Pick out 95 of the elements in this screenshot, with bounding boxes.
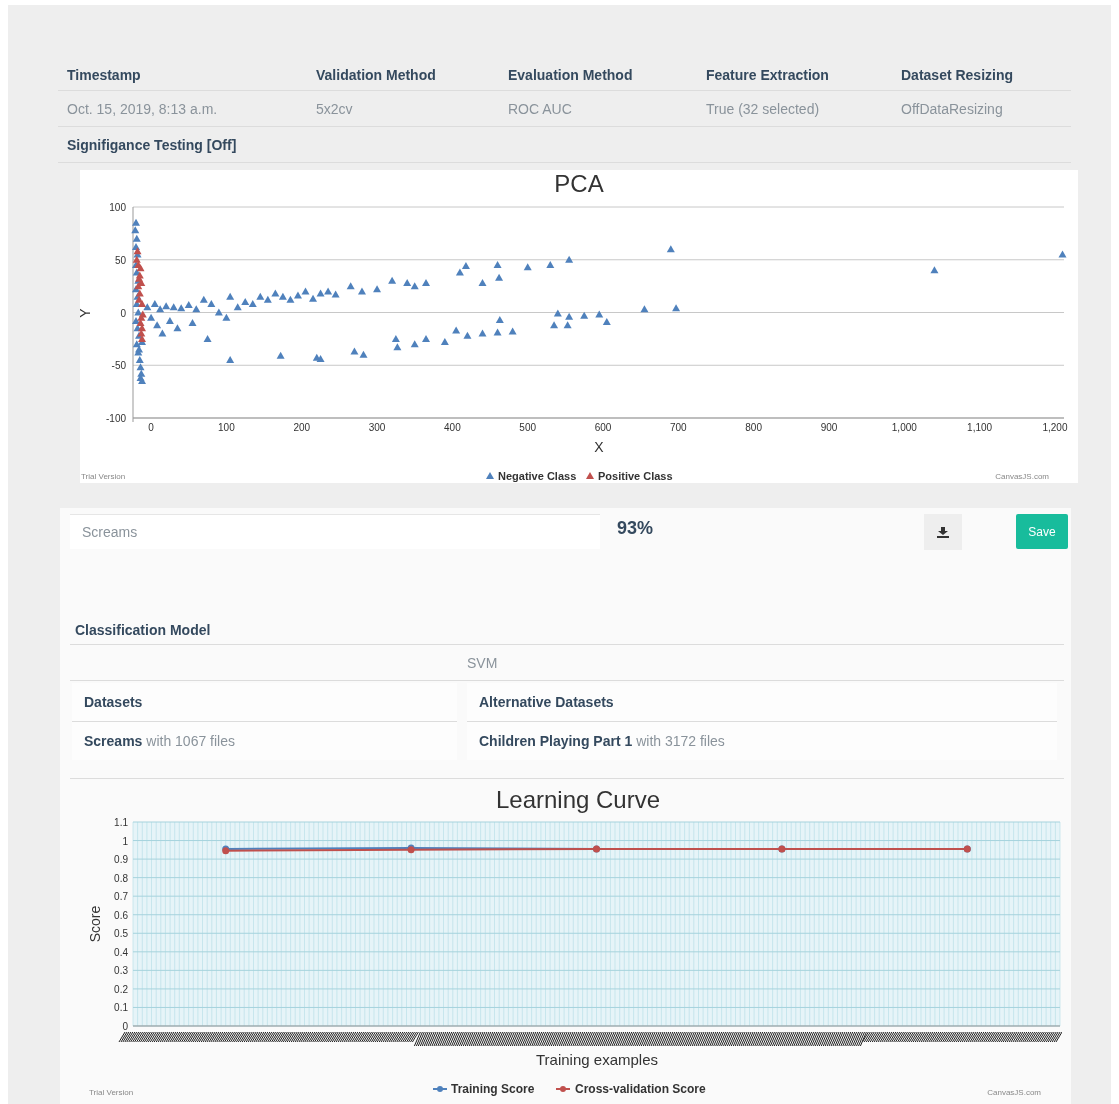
x-tick-label: 800 [745, 422, 762, 433]
data-point [550, 321, 559, 329]
score-value: 93% [617, 518, 655, 539]
data-point [930, 266, 939, 274]
y-tick-label: 0.5 [114, 928, 128, 940]
data-point [640, 305, 649, 313]
axis-title: X [594, 439, 604, 455]
y-tick-label: 0.7 [114, 891, 128, 903]
significance-label: Signifigance Testing [Off] [67, 136, 237, 153]
data-point [410, 340, 419, 348]
chart-title: Learning Curve [495, 786, 661, 813]
data-point [478, 278, 487, 286]
axis-title: Score [88, 905, 103, 943]
data-point [358, 287, 366, 295]
data-point [495, 273, 504, 281]
y-tick-label: 1.1 [114, 817, 128, 828]
x-tick-label: 200 [293, 422, 311, 433]
y-tick-label: 0 [122, 1021, 128, 1032]
y-tick-label: 0.3 [114, 965, 128, 977]
trial-note: Trial Version [81, 472, 126, 481]
x-tick-label: 400 [444, 422, 461, 433]
model-value: SVM [70, 645, 1064, 681]
x-tick-label: 500 [519, 422, 537, 433]
data-point [523, 263, 532, 271]
table-cell: OffDataResizing [892, 91, 1071, 127]
data-point [463, 331, 472, 339]
axis-title: Y [80, 308, 93, 318]
x-tick-label: 300 [368, 422, 386, 433]
column-header: Validation Method [307, 60, 499, 91]
data-point [388, 276, 397, 284]
data-point [580, 311, 589, 319]
credit-label: CanvasJS.com [987, 1088, 1041, 1097]
data-point [276, 351, 285, 359]
y-tick-label: 0 [120, 307, 126, 319]
data-point [452, 326, 461, 334]
data-point [1058, 250, 1067, 258]
chart-title: PCA [554, 170, 604, 197]
x-tick-label: 700 [670, 422, 687, 433]
data-point [346, 282, 355, 290]
y-tick-label: 0.9 [114, 854, 128, 866]
table-cell: ROC AUC [499, 91, 697, 127]
data-point [546, 261, 555, 268]
data-point [553, 309, 562, 317]
data-point [422, 334, 430, 342]
download-button[interactable] [924, 514, 962, 550]
data-point [203, 334, 212, 342]
download-icon [937, 526, 949, 538]
save-button[interactable]: Save [1016, 514, 1068, 549]
x-tick-label: 600 [594, 422, 612, 433]
x-tick-label: 100 [218, 422, 235, 433]
y-tick-label: 0.1 [114, 1002, 128, 1014]
data-point [373, 285, 382, 293]
x-tick-label: 1,200 [1042, 422, 1068, 433]
table-cell: True (32 selected) [697, 91, 892, 127]
column-header: Evaluation Method [499, 60, 697, 91]
table-cell: 5x2cv [307, 91, 499, 127]
data-point [565, 255, 574, 263]
data-point [226, 292, 235, 300]
data-point [493, 261, 502, 268]
table-cell: Oct. 15, 2019, 8:13 a.m. [58, 91, 307, 127]
credit-label: CanvasJS.com [995, 472, 1049, 481]
data-point [493, 328, 502, 336]
y-tick-label: 0.2 [114, 983, 128, 995]
x-tick-label: 900 [820, 422, 838, 433]
axis-title: Training examples [536, 1051, 658, 1068]
y-tick-label: -50 [111, 360, 126, 372]
data-point [188, 319, 197, 327]
y-tick-label: 0.6 [114, 909, 128, 921]
legend-label: Negative Class [498, 470, 577, 482]
dataset-field[interactable]: Screams [70, 514, 600, 549]
legend-label: Training Score [451, 1082, 535, 1096]
y-tick-label: 0.8 [114, 872, 128, 884]
section-label: Classification Model [70, 616, 1064, 645]
data-point [422, 278, 430, 286]
trial-note: Trial Version [89, 1088, 134, 1097]
legend-label: Cross-validation Score [575, 1082, 706, 1096]
y-tick-label: 0.4 [114, 946, 128, 958]
data-point [495, 315, 504, 323]
data-point [440, 338, 449, 346]
data-point [478, 329, 487, 337]
column-header: Timestamp [58, 60, 307, 91]
data-point [226, 356, 235, 363]
data-point [672, 304, 681, 312]
data-point [666, 245, 675, 253]
x-tick-label: 0 [148, 422, 154, 433]
x-tick-label: 1,000 [891, 422, 917, 433]
x-tick-label: 1,100 [967, 422, 993, 433]
legend-label: Positive Class [598, 470, 673, 482]
y-tick-label: 50 [114, 254, 126, 266]
column-header: Feature Extraction [697, 60, 892, 91]
y-tick-label: 100 [109, 202, 126, 213]
column-header: Dataset Resizing [892, 60, 1071, 91]
y-tick-label: 1 [122, 835, 128, 847]
y-tick-label: -100 [106, 413, 126, 424]
data-point [508, 327, 517, 335]
